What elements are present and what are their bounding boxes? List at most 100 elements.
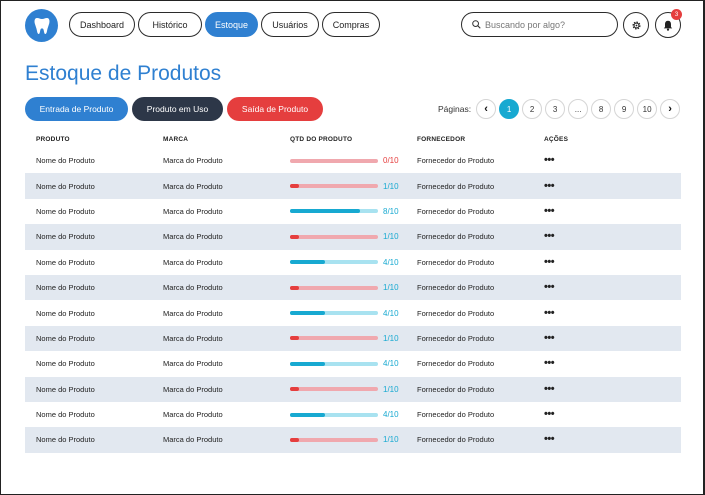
stock-level-bar (290, 260, 378, 265)
stock-level-fill (290, 260, 326, 265)
more-actions-icon[interactable]: ••• (544, 332, 555, 344)
search-input[interactable] (485, 19, 610, 30)
quantity-cell: 4/10 (279, 410, 406, 419)
table-row[interactable]: Nome do Produto Marca do Produto 4/10 Forne… (25, 402, 681, 427)
actions-cell: ••• (533, 282, 681, 293)
page-button-8[interactable]: 8 (591, 99, 612, 119)
nav-tab-estoque[interactable]: Estoque (205, 12, 258, 37)
header-actions: AÇÕES (544, 135, 569, 143)
nav-tab-historico[interactable]: Histórico (138, 12, 202, 37)
more-actions-icon[interactable]: ••• (544, 281, 555, 293)
nav-tab-usuarios[interactable]: Usuários (261, 12, 319, 37)
quantity-cell: 4/10 (279, 359, 406, 368)
pagination-label: Páginas: (438, 104, 472, 114)
product-supplier: Fornecedor do Produto (417, 156, 495, 166)
page-button-3[interactable]: 3 (545, 99, 566, 119)
product-name: Nome do Produto (36, 410, 95, 420)
product-name: Nome do Produto (36, 156, 95, 166)
quantity-cell: 1/10 (279, 385, 406, 394)
quantity-cell: 1/10 (279, 232, 406, 241)
more-actions-icon[interactable]: ••• (544, 307, 555, 319)
table-row[interactable]: Nome do Produto Marca do Produto 8/10 Forne… (25, 199, 681, 224)
bell-icon (663, 20, 673, 31)
product-supplier: Fornecedor do Produto (417, 435, 495, 445)
table-row[interactable]: Nome do Produto Marca do Produto 1/10 Forne… (25, 274, 681, 301)
page-button-9[interactable]: 9 (614, 99, 635, 119)
stock-level-fill (290, 184, 299, 189)
more-actions-icon[interactable]: ••• (544, 205, 555, 217)
next-page-button[interactable]: › (660, 99, 681, 119)
quantity-text: 1/10 (383, 384, 399, 394)
stock-level-bar (290, 336, 378, 341)
quantity-cell: 1/10 (279, 435, 406, 444)
tooth-logo-icon[interactable] (25, 9, 58, 42)
page-button-10[interactable]: 10 (637, 99, 658, 119)
quantity-cell: 1/10 (279, 283, 406, 292)
table-row[interactable]: Nome do Produto Marca do Produto 1/10 Forne… (25, 376, 681, 402)
more-actions-icon[interactable]: ••• (544, 408, 555, 420)
product-entry-button[interactable]: Entrada de Produto (25, 97, 128, 121)
nav-tab-compras[interactable]: Compras (322, 12, 380, 37)
search-box[interactable] (461, 12, 618, 37)
page-title: Estoque de Produtos (25, 62, 222, 85)
product-supplier: Fornecedor do Produto (417, 206, 495, 216)
header-supplier[interactable]: FORNECEDOR (406, 136, 533, 143)
stock-level-bar (290, 184, 378, 189)
notifications-button[interactable]: 3 (655, 9, 682, 38)
notification-badge: 3 (671, 9, 682, 20)
table-row[interactable]: Nome do Produto Marca do Produto 4/10 Forne… (25, 300, 681, 325)
quantity-text: 0/10 (383, 156, 399, 166)
product-exit-button[interactable]: Saída de Produto (227, 97, 323, 121)
quantity-text: 1/10 (383, 333, 399, 343)
table-row[interactable]: Nome do Produto Marca do Produto 1/10 Forne… (25, 173, 681, 199)
product-brand: Marca do Produto (163, 435, 223, 445)
quantity-cell: 0/10 (279, 156, 406, 165)
quantity-text: 4/10 (383, 257, 399, 267)
stock-level-fill (290, 387, 299, 392)
previous-page-button[interactable]: ‹ (476, 99, 497, 119)
gear-icon (631, 20, 641, 30)
stock-level-fill (290, 209, 361, 214)
product-brand: Marca do Produto (163, 333, 223, 343)
page-ellipsis: ... (568, 99, 589, 119)
stock-level-bar (290, 387, 378, 392)
header-brand[interactable]: MARCA (152, 136, 279, 143)
more-actions-icon[interactable]: ••• (544, 357, 555, 369)
more-actions-icon[interactable]: ••• (544, 256, 555, 268)
stock-level-fill (290, 437, 299, 442)
settings-button[interactable] (623, 12, 649, 38)
table-row[interactable]: Nome do Produto Marca do Produto 1/10 Forne… (25, 325, 681, 352)
actions-cell: ••• (533, 358, 681, 369)
table-row[interactable]: Nome do Produto Marca do Produto 0/10 Forne… (25, 148, 681, 173)
product-supplier: Fornecedor do Produto (417, 384, 495, 394)
more-actions-icon[interactable]: ••• (544, 180, 555, 192)
table-row[interactable]: Nome do Produto Marca do Produto 1/10 Forne… (25, 427, 681, 453)
nav-tab-dashboard[interactable]: Dashboard (69, 12, 135, 37)
quantity-text: 1/10 (383, 435, 399, 445)
page-button-2[interactable]: 2 (522, 99, 543, 119)
quantity-text: 1/10 (383, 283, 399, 293)
quantity-text: 1/10 (383, 232, 399, 242)
more-actions-icon[interactable]: ••• (544, 230, 555, 242)
quantity-cell: 1/10 (279, 334, 406, 343)
product-brand: Marca do Produto (163, 181, 223, 191)
actions-cell: ••• (533, 409, 681, 420)
more-actions-icon[interactable]: ••• (544, 433, 555, 445)
product-brand: Marca do Produto (163, 257, 223, 267)
table-row[interactable]: Nome do Produto Marca do Produto 4/10 Forne… (25, 351, 681, 376)
table-row[interactable]: Nome do Produto Marca do Produto 4/10 Forne… (25, 250, 681, 275)
actions-cell: ••• (533, 307, 681, 319)
header-product[interactable]: PRODUTO (25, 136, 152, 143)
quantity-cell: 1/10 (279, 182, 406, 191)
more-actions-icon[interactable]: ••• (544, 383, 555, 395)
product-in-use-button[interactable]: Produto em Uso (132, 97, 223, 121)
product-brand: Marca do Produto (163, 206, 223, 216)
stock-level-bar (290, 234, 378, 239)
stock-level-bar (290, 209, 378, 214)
pagination: Páginas: ‹ 1 2 3... 8 9 10 › (438, 99, 681, 119)
header-quantity[interactable]: QTD DO PRODUTO (279, 136, 406, 143)
page-button-1[interactable]: 1 (499, 99, 520, 119)
table-row[interactable]: Nome do Produto Marca do Produto 1/10 Forne… (25, 224, 681, 250)
actions-cell: ••• (533, 434, 681, 445)
more-actions-icon[interactable]: ••• (544, 154, 555, 166)
